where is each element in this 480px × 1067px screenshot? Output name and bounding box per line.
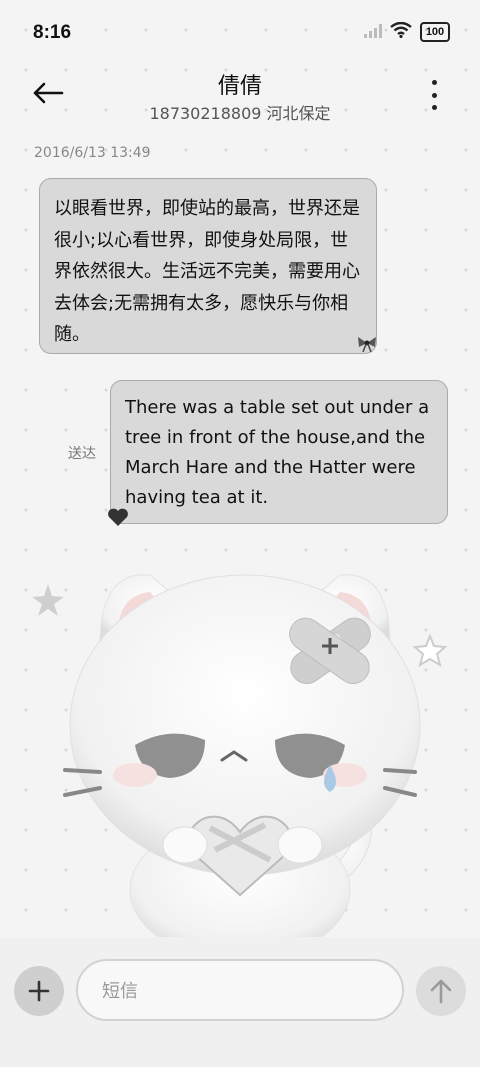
add-attachment-button[interactable] [14,966,64,1016]
send-arrow-icon [430,979,452,1004]
cat-wallpaper-illustration [32,574,448,940]
status-time: 8:16 [33,22,72,43]
signal-icon [364,23,382,42]
composer-bar: 短信 [0,937,480,1067]
more-options-button[interactable] [422,80,446,110]
heart-icon [108,508,128,526]
plus-icon [28,980,50,1002]
contact-name: 倩倩 [217,74,262,99]
sent-message-bubble[interactable]: There was a table set out under a tree i… [108,380,448,526]
message-timestamp: 2016/6/13 13:49 [34,145,151,161]
received-message-text: 以眼看世界，即使站的最高，世界还是很小;以心看世界，即使身处局限，世界依然很大。… [54,198,360,345]
sent-message-text: There was a table set out under a tree i… [125,397,430,508]
contact-number-location: 18730218809 河北保定 [149,104,331,123]
received-message-bubble[interactable]: 以眼看世界，即使站的最高，世界还是很小;以心看世界，即使身处局限，世界依然很大。… [39,178,377,354]
sms-input-placeholder: 短信 [102,981,138,1002]
status-bar: 8:16 100 [0,0,480,64]
status-icons: 100 [364,21,450,42]
delivered-status: 送达 [68,446,96,462]
bow-icon [358,337,376,353]
sms-input-field[interactable]: 短信 [76,959,404,1021]
wifi-icon [390,21,412,42]
send-button[interactable] [416,966,466,1016]
sms-conversation-screen: 8:16 100 倩倩 18730218809 河北保定 2016/6/13 1… [0,0,480,1067]
more-vert-icon [431,80,437,85]
conversation-header: 倩倩 18730218809 河北保定 [0,64,480,130]
battery-icon: 100 [420,22,450,42]
